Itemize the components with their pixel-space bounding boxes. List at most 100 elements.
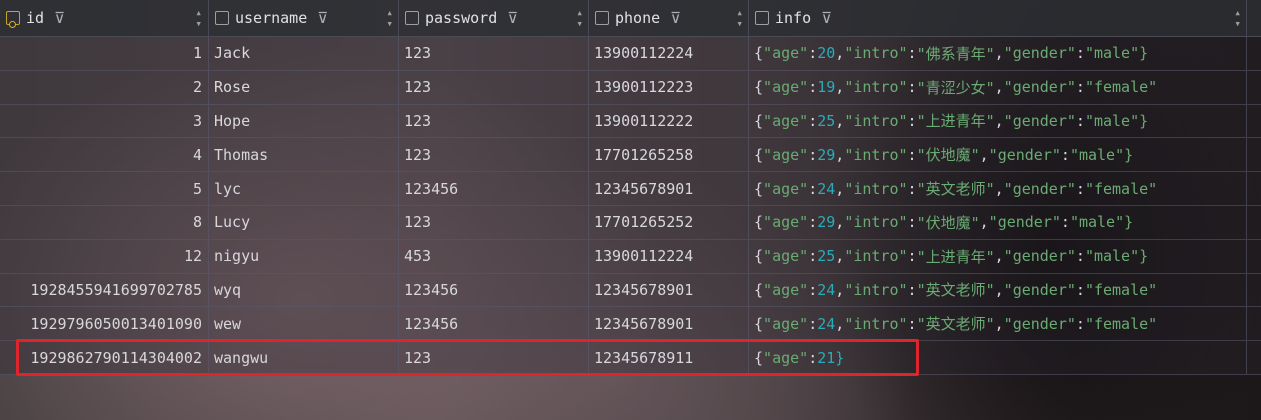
- json-value: 24: [817, 280, 836, 299]
- json-colon: :: [907, 44, 917, 63]
- filter-icon[interactable]: ⊽: [317, 9, 328, 27]
- column-header-phone[interactable]: phone ⊽ ▴ ▾: [589, 0, 749, 36]
- json-quote: ": [1066, 44, 1076, 63]
- column-header-id[interactable]: id ⊽ ▴ ▾: [0, 0, 209, 36]
- column-header-spacer: [1247, 0, 1261, 36]
- table-row[interactable]: 5 lyc 123456 12345678901{" age ": 24, " intro "…: [0, 172, 1261, 206]
- cell-password[interactable]: 123: [399, 104, 589, 138]
- cell-phone[interactable]: 12345678901: [589, 307, 749, 341]
- cell-username[interactable]: wangwu: [209, 341, 399, 374]
- json-colon: :: [808, 280, 818, 299]
- cell-info[interactable]: {" age ": 24, " intro ": "英文老师", " gender ": "…: [749, 172, 1247, 205]
- cell-info[interactable]: {" age ": 24, " intro ": "英文老师", " gender ": "…: [749, 307, 1247, 341]
- sort-icon[interactable]: ▴ ▾: [736, 7, 743, 29]
- table-row[interactable]: 1 Jack 123 13900112224{" age ": 20, " intro ": …: [0, 37, 1261, 71]
- cell-password[interactable]: 123456: [399, 172, 589, 205]
- json-value: 21}: [817, 348, 845, 367]
- column-header-username[interactable]: username ⊽ ▴ ▾: [209, 0, 399, 36]
- table-row[interactable]: 4 Thomas 123 17701265258{" age ": 29, " intro "…: [0, 138, 1261, 173]
- cell-password[interactable]: 123: [399, 205, 589, 239]
- cell-info[interactable]: {" age ": 19, " intro ": "青涩少女", " gender ": "…: [749, 70, 1247, 104]
- cell-password[interactable]: 123: [399, 37, 589, 70]
- table-row[interactable]: 8 Lucy 123 17701265252{" age ": 29, " intro ": …: [0, 205, 1261, 240]
- json-quote: ": [1051, 145, 1061, 164]
- json-value: 24: [817, 314, 836, 333]
- filter-icon[interactable]: ⊽: [670, 9, 681, 27]
- json-quote: ": [1066, 111, 1076, 130]
- cell-info[interactable]: {" age ": 29, " intro ": "伏地魔", " gender ": "m…: [749, 205, 1247, 239]
- cell-username[interactable]: Hope: [209, 104, 399, 138]
- cell-id[interactable]: 1929796050013401090: [0, 307, 209, 341]
- sort-icon[interactable]: ▴ ▾: [386, 7, 393, 29]
- cell-phone[interactable]: 13900112223: [589, 70, 749, 104]
- cell-phone[interactable]: 12345678901: [589, 172, 749, 205]
- json-key-name: intro: [853, 44, 899, 63]
- cell-phone[interactable]: 17701265252: [589, 205, 749, 239]
- json-key-name: gender: [1012, 44, 1067, 63]
- cell-password[interactable]: 123456: [399, 307, 589, 341]
- cell-username[interactable]: wew: [209, 307, 399, 341]
- json-value: "上进青年": [916, 112, 995, 131]
- cell-username[interactable]: Rose: [209, 70, 399, 104]
- cell-phone[interactable]: 13900112224: [589, 239, 749, 273]
- cell-username[interactable]: lyc: [209, 172, 399, 205]
- cell-password[interactable]: 123456: [399, 273, 589, 307]
- cell-info[interactable]: {" age ": 24, " intro ": "英文老师", " gender ": "…: [749, 273, 1247, 307]
- cell-id[interactable]: 1: [0, 37, 209, 70]
- table-row[interactable]: 1929796050013401090 wew 123456 12345678901{…: [0, 307, 1261, 342]
- json-value: "male"}: [1084, 44, 1149, 63]
- json-key: ": [1003, 111, 1013, 130]
- table-row[interactable]: 1928455941699702785 wyq 123456 12345678901{…: [0, 273, 1261, 308]
- cell-info[interactable]: {" age ": 21}: [749, 341, 1247, 374]
- cell-password[interactable]: 123: [399, 70, 589, 104]
- cell-username[interactable]: Thomas: [209, 138, 399, 172]
- json-key: ": [1003, 280, 1013, 299]
- column-header-label: phone: [615, 9, 661, 27]
- cell-username[interactable]: Lucy: [209, 205, 399, 239]
- json-colon: :: [808, 247, 818, 266]
- cell-phone[interactable]: 13900112224: [589, 37, 749, 70]
- cell-username[interactable]: Jack: [209, 37, 399, 70]
- json-brace: {: [754, 314, 764, 333]
- column-header-password[interactable]: password ⊽ ▴ ▾: [399, 0, 589, 36]
- cell-id[interactable]: 1928455941699702785: [0, 273, 209, 307]
- cell-info[interactable]: {" age ": 25, " intro ": "上进青年", " gender ": "…: [749, 104, 1247, 138]
- sort-icon[interactable]: ▴ ▾: [1234, 7, 1241, 29]
- cell-phone[interactable]: 12345678901: [589, 273, 749, 307]
- cell-info[interactable]: {" age ": 20, " intro ": "佛系青年", " gender ": "…: [749, 37, 1247, 70]
- cell-info[interactable]: {" age ": 29, " intro ": "伏地魔", " gender ": "m…: [749, 138, 1247, 172]
- cell-password[interactable]: 123: [399, 138, 589, 172]
- cell-id[interactable]: 3: [0, 104, 209, 138]
- sort-icon[interactable]: ▴ ▾: [576, 7, 583, 29]
- column-icon: [755, 11, 769, 25]
- table-row[interactable]: 1929862790114304002 wangwu 123 12345678911{…: [0, 341, 1261, 375]
- table-row[interactable]: 12 nigyu 453 13900112224{" age ": 25, " intro "…: [0, 239, 1261, 274]
- column-header-info[interactable]: info ⊽ ▴ ▾: [749, 0, 1247, 36]
- cell-id[interactable]: 12: [0, 239, 209, 273]
- json-key: ": [844, 213, 854, 232]
- cell-phone[interactable]: 13900112222: [589, 104, 749, 138]
- cell-password[interactable]: 123: [399, 341, 589, 374]
- cell-username[interactable]: nigyu: [209, 239, 399, 273]
- filter-icon[interactable]: ⊽: [54, 9, 65, 27]
- cell-id[interactable]: 5: [0, 172, 209, 205]
- filter-icon[interactable]: ⊽: [821, 9, 832, 27]
- table-row[interactable]: 3 Hope 123 13900112222{" age ": 25, " intro ": …: [0, 104, 1261, 139]
- column-header-label: id: [26, 9, 45, 27]
- filter-icon[interactable]: ⊽: [507, 9, 518, 27]
- json-quote: ": [898, 179, 908, 198]
- json-key: ": [844, 280, 854, 299]
- table-row[interactable]: 2 Rose 123 13900112223{" age ": 19, " intro ": …: [0, 70, 1261, 105]
- cell-id[interactable]: 8: [0, 205, 209, 239]
- cell-username[interactable]: wyq: [209, 273, 399, 307]
- cell-phone[interactable]: 17701265258: [589, 138, 749, 172]
- json-brace: {: [754, 44, 764, 63]
- cell-info[interactable]: {" age ": 25, " intro ": "上进青年", " gender ": "…: [749, 239, 1247, 273]
- json-key-name: age: [772, 179, 800, 198]
- cell-id[interactable]: 1929862790114304002: [0, 341, 209, 374]
- cell-phone[interactable]: 12345678911: [589, 341, 749, 374]
- cell-id[interactable]: 4: [0, 138, 209, 172]
- cell-id[interactable]: 2: [0, 70, 209, 104]
- sort-icon[interactable]: ▴ ▾: [195, 7, 202, 29]
- cell-password[interactable]: 453: [399, 239, 589, 273]
